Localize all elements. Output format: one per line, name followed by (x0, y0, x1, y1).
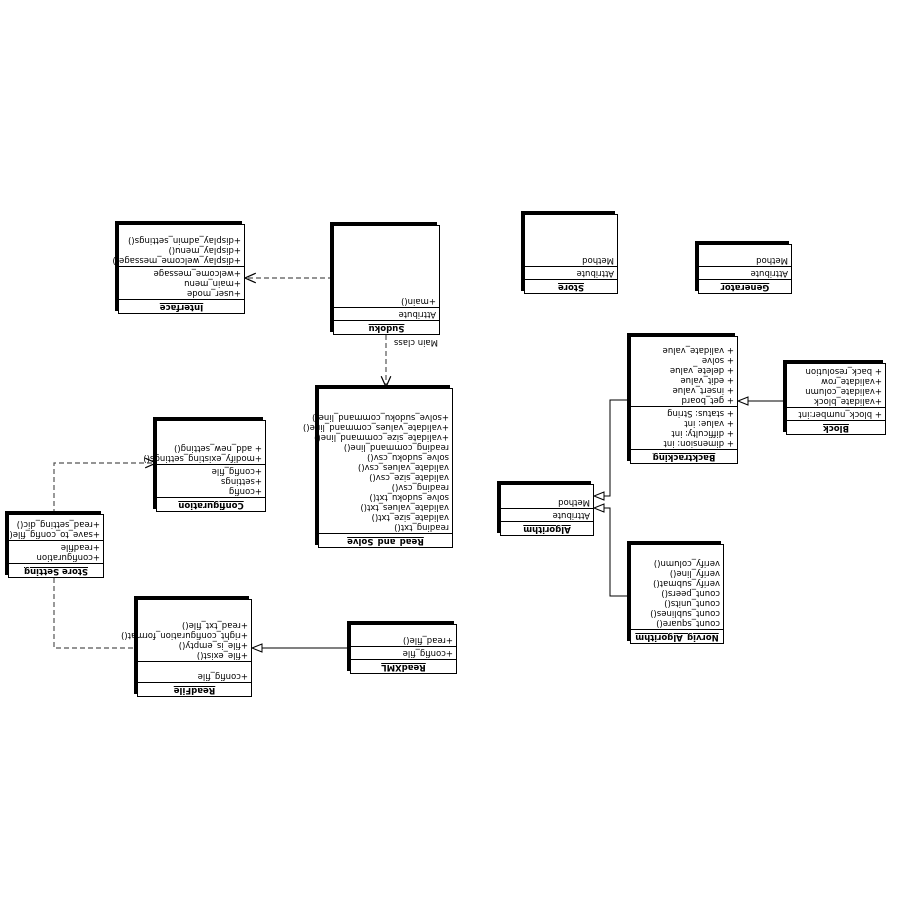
operations: +file_exist() +file_is_empty() +right_co… (121, 620, 248, 660)
class-name: ReadXML (351, 659, 456, 673)
class-name: Store Setting (9, 563, 103, 577)
attributes: Attribute (334, 307, 439, 320)
class-read-and-solve[interactable]: Read_and_Solve reading_txt() validate_si… (302, 388, 453, 548)
sudoku-note: Main class (393, 337, 438, 347)
attributes: +config_file (138, 661, 251, 682)
operations: Method (756, 255, 788, 265)
class-name: Block (787, 420, 885, 434)
class-name: Sudoku (334, 320, 439, 334)
generalization-arrowhead-backtracking (736, 396, 749, 406)
class-name: Backtracking (631, 449, 737, 463)
class-name: Algorithm (501, 521, 593, 535)
operations: +read_file() (402, 635, 453, 645)
class-readxml[interactable]: ReadXML +config_file +read_file() (350, 624, 457, 674)
generalization-arrowhead-readfile (250, 643, 263, 653)
class-name: Store (525, 279, 617, 293)
class-name: Configuration (157, 497, 265, 511)
class-name: Interface (119, 299, 244, 313)
operations: Method (582, 255, 614, 265)
operations: + get_board + insert_value + edit_value … (662, 345, 734, 405)
attributes: + block_number:int (787, 407, 885, 420)
attributes: Attribute (525, 266, 617, 279)
class-readfile[interactable]: ReadFile +config_file +file_exist() +fil… (121, 599, 252, 697)
operations: +validate_block +validate_column +valida… (805, 366, 882, 406)
dependency-storesetting-configuration (53, 463, 156, 514)
class-interface[interactable]: Interface +user_mode +main_menu +welcome… (112, 224, 245, 314)
class-algorithm[interactable]: Algorithm Attribute Method (500, 484, 594, 536)
class-store-setting[interactable]: Store Setting +configuration +readfile +… (6, 514, 104, 578)
attributes: Attribute (501, 508, 593, 521)
operations: Method (558, 497, 590, 507)
operations: +display_welcome_message() +display_menu… (112, 235, 241, 265)
class-sudoku[interactable]: Sudoku Attribute +main() (333, 225, 440, 335)
attributes: +configuration +readfile (9, 540, 103, 563)
class-configuration[interactable]: Configuration +config +settings +config_… (143, 420, 266, 512)
operations: +main() (401, 296, 436, 306)
uml-class-diagram: Sudoku Attribute +main() Main class Inte… (0, 0, 900, 900)
class-name: Generator (699, 279, 791, 293)
operations: count_square() count_sublines() count_un… (650, 558, 720, 628)
attributes: +config_file (351, 646, 456, 659)
generalization-arrowhead-algorithm-1 (592, 491, 605, 501)
attributes: + dimension: int + difficulty: int + val… (631, 406, 737, 449)
class-generator[interactable]: Generator Attribute Method (698, 244, 792, 294)
generalization-arrowhead-algorithm-2 (592, 503, 605, 513)
class-backtracking[interactable]: Backtracking + dimension: int + difficul… (630, 336, 738, 464)
class-name: ReadFile (138, 682, 251, 696)
operations: +save_to_config_file() +read_setting_dic… (6, 519, 100, 539)
class-norvig-algorithm[interactable]: Norvig_Algorithm count_square() count_su… (630, 544, 724, 644)
class-name: Norvig_Algorithm (631, 629, 723, 643)
attributes: +user_mode +main_menu +welcome_message (119, 266, 244, 299)
operations: reading_txt() validate_size_txt() valida… (302, 412, 449, 532)
class-store[interactable]: Store Attribute Method (524, 214, 618, 294)
class-name: Read_and_Solve (319, 533, 452, 547)
class-block[interactable]: Block + block_number:int +validate_block… (786, 363, 886, 435)
operations: +modify_existing_settings() + add_new_se… (143, 443, 262, 463)
generalization-norvig-algorithm (594, 507, 630, 597)
attributes: +config +settings +config_file (157, 464, 265, 497)
attributes: Attribute (699, 266, 791, 279)
